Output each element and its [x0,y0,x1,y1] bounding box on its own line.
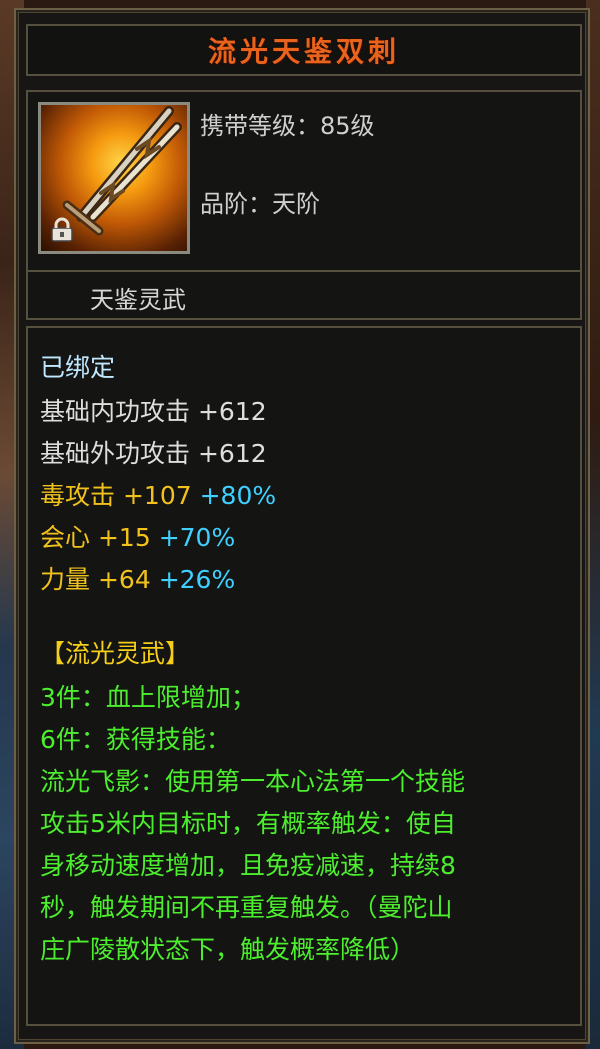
item-tooltip: 流光天鉴双刺 携带等级：85级 品阶：天阶 天鉴灵武 已绑定 基础内功攻击 +6… [14,8,590,1044]
stat-crit: 会心 +15 +70% [40,518,235,554]
skill-description-line: 秒，触发期间不再重复触发。（曼陀山 [40,893,453,922]
stat-value: +107 [122,481,192,510]
item-info-box: 携带等级：85级 品阶：天阶 [26,90,582,272]
title-bar: 流光天鉴双刺 [26,24,582,76]
stat-bonus: +80% [199,481,277,510]
stat-strength: 力量 +64 +26% [40,560,235,596]
skill-description-line: 流光飞影：使用第一本心法第一个技能 [40,767,466,796]
item-quality: 品阶：天阶 [200,190,320,218]
skill-description-line: 庄广陵散状态下，触发概率降低） [40,935,416,964]
stat-label: 毒攻击 [40,481,116,510]
stat-label: 基础外功攻击 [40,439,191,468]
stat-label: 会心 [40,523,91,552]
bound-status: 已绑定 [40,353,116,382]
stat-poison-attack: 毒攻击 +107 +80% [40,476,276,512]
set-bonus-line: 3件：血上限增加； [40,683,256,712]
set-title: 【流光灵武】 [40,639,191,668]
stat-value: +15 [97,523,151,552]
item-subtype: 天鉴灵武 [90,286,186,314]
stat-bonus: +70% [158,523,236,552]
stat-inner-attack: 基础内功攻击 +612 [40,392,267,428]
stat-value: +64 [97,565,151,594]
item-stats-box: 已绑定 基础内功攻击 +612 基础外功攻击 +612 毒攻击 +107 +80… [26,326,582,1026]
carry-level: 携带等级：85级 [200,112,375,140]
stat-bonus: +26% [158,565,236,594]
set-bonus-line: 6件：获得技能： [40,725,231,754]
lock-icon [51,217,73,242]
skill-description-line: 身移动速度增加，且免疫减速，持续8 [40,851,456,880]
skill-description-line: 攻击5米内目标时，有概率触发：使自 [40,809,456,838]
stat-value: +612 [197,439,267,468]
stat-value: +612 [197,397,267,426]
stat-label: 力量 [40,565,91,594]
stat-label: 基础内功攻击 [40,397,191,426]
stat-outer-attack: 基础外功攻击 +612 [40,434,267,470]
item-subtype-box: 天鉴灵武 [26,272,582,320]
item-icon-slot[interactable] [38,102,190,254]
item-name: 流光天鉴双刺 [207,35,400,68]
